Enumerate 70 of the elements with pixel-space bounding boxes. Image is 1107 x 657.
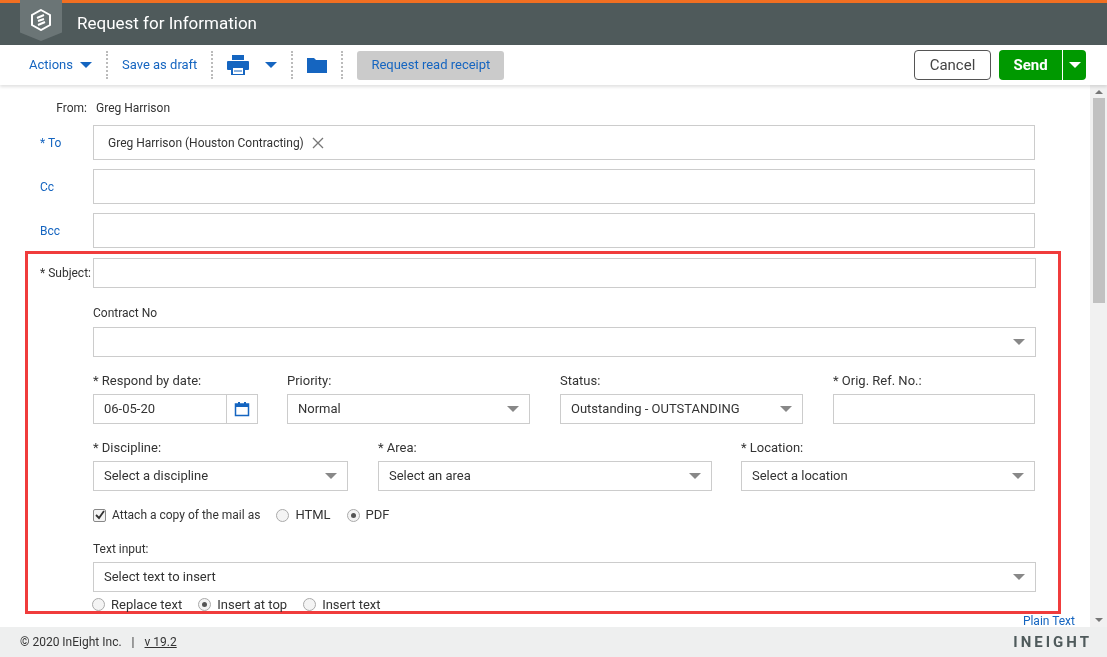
from-value: Greg Harrison (96, 100, 170, 117)
dropdown[interactable]: Select a location (741, 461, 1035, 491)
send-button[interactable]: Send (999, 50, 1062, 80)
read-receipt-button[interactable]: Request read receipt (357, 50, 505, 80)
dropdown[interactable]: Select text to insert (93, 562, 1036, 592)
send-options-button[interactable] (1062, 50, 1086, 80)
dropdown[interactable]: Select an area (378, 461, 712, 491)
recipient-field[interactable]: Greg Harrison (Houston Contracting) (93, 125, 1035, 160)
save-draft-link[interactable]: Save as draft (122, 55, 198, 75)
caret-icon (780, 406, 792, 412)
caret-icon (1068, 62, 1081, 68)
plain-text-link[interactable]: Plain Text (1022, 615, 1075, 628)
brand-logo: INEIGHT (1013, 631, 1092, 653)
caret-icon (1012, 473, 1024, 479)
date-field[interactable]: 06-05-20 (93, 394, 227, 424)
caret-icon (1013, 339, 1025, 345)
recipient-field[interactable] (93, 213, 1035, 248)
scrollbar[interactable] (1090, 85, 1107, 627)
radio-button[interactable] (276, 508, 290, 522)
folder-icon[interactable] (307, 57, 328, 73)
field-label: * Respond by date: (93, 373, 203, 389)
radio-label: HTML (295, 506, 331, 525)
caret-icon (689, 473, 701, 479)
radio-label: Insert text (322, 596, 381, 614)
close-icon[interactable] (311, 136, 324, 149)
caret-icon (1013, 574, 1025, 580)
field-label: Status: (560, 373, 602, 389)
dropdown[interactable]: Select a discipline (93, 461, 348, 491)
radio-button[interactable] (92, 598, 105, 612)
recipient-label[interactable]: Cc (0, 177, 93, 196)
calendar-icon (234, 401, 250, 417)
field-label: * Area: (378, 440, 418, 456)
printer-icon[interactable] (227, 55, 250, 75)
print-options-button[interactable] (265, 62, 278, 68)
radio-button[interactable] (303, 598, 317, 612)
subject-field[interactable] (93, 258, 1036, 288)
field-label: Text input: (93, 541, 150, 557)
cancel-button[interactable]: Cancel (914, 50, 991, 80)
copyright-text: © 2020 InEight Inc. (20, 634, 122, 651)
radio-label: PDF (365, 506, 390, 525)
attach-checkbox[interactable] (93, 508, 106, 522)
subject-label: * Subject: (39, 265, 91, 282)
radio-button[interactable] (198, 598, 212, 612)
caret-icon (325, 473, 337, 479)
caret-icon (265, 62, 278, 68)
caret-icon (507, 406, 519, 412)
input-field[interactable] (833, 394, 1035, 424)
dropdown[interactable]: Normal (287, 394, 530, 424)
attach-label: Attach a copy of the mail as (112, 507, 261, 524)
radio-button[interactable] (346, 508, 360, 522)
radio-label: Insert at top (217, 596, 288, 614)
dropdown[interactable]: Outstanding - OUTSTANDING (560, 394, 803, 424)
recipient-field[interactable] (93, 169, 1035, 204)
version-link[interactable]: v 19.2 (144, 633, 177, 651)
field-label: Priority: (287, 373, 333, 389)
recipient-label[interactable]: Bcc (0, 221, 93, 240)
logo-icon (20, 0, 62, 41)
field-label: * Orig. Ref. No.: (833, 373, 923, 389)
field-label: Contract No (93, 305, 159, 321)
calendar-button[interactable] (227, 394, 258, 424)
caret-icon (80, 62, 92, 68)
from-label: From: (55, 100, 87, 117)
radio-label: Replace text (111, 596, 183, 614)
recipient-label[interactable]: * To (0, 133, 93, 152)
actions-menu[interactable]: Actions (29, 55, 92, 75)
window-title: Request for Information (77, 12, 257, 36)
field-label: * Discipline: (93, 440, 163, 456)
recipient-name: Greg Harrison (Houston Contracting) (108, 134, 304, 152)
field-label: * Location: (741, 440, 805, 456)
separator-text: | (131, 634, 135, 651)
